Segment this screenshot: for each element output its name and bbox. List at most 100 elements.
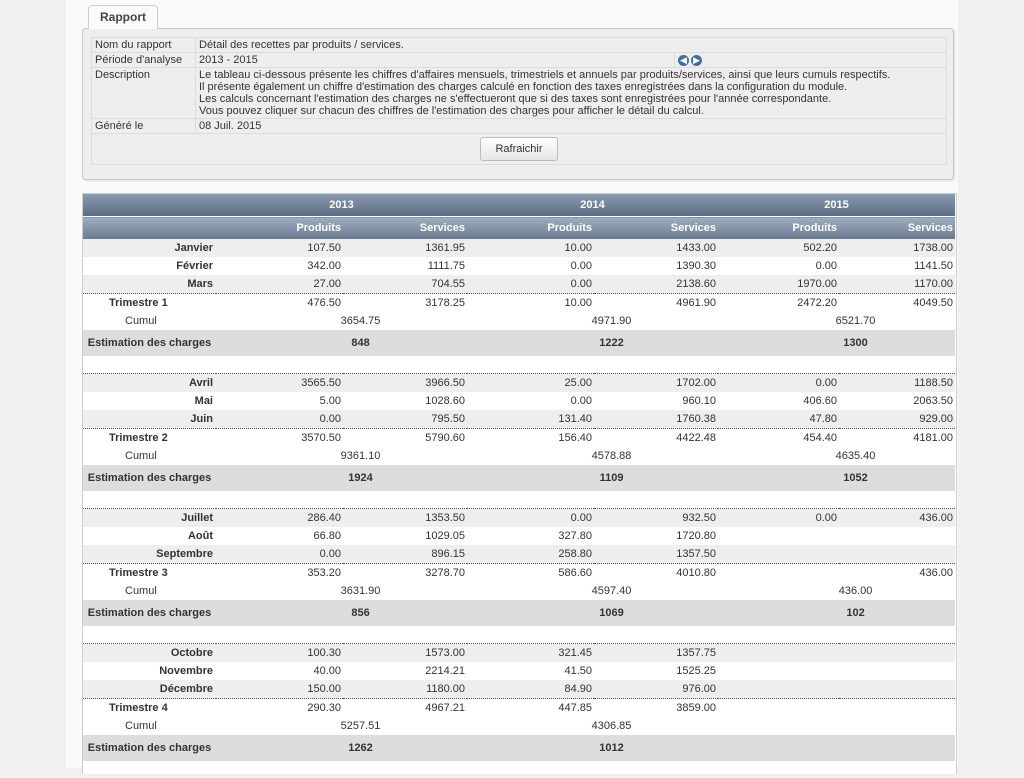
month-row: Septembre 0.00 896.15 258.80 1357.50 bbox=[83, 545, 956, 564]
tab-rapport[interactable]: Rapport bbox=[88, 5, 158, 29]
cumul-value: 6521.70 bbox=[835, 315, 876, 327]
estimation-row: Estimation des charges 856 1069 102 bbox=[83, 600, 956, 626]
month-label: Septembre bbox=[156, 548, 213, 560]
services-value: 896.15 bbox=[431, 548, 466, 560]
estimation-row: Estimation des charges 848 1222 1300 bbox=[83, 330, 956, 356]
estimation-value-link[interactable]: 1012 bbox=[467, 735, 718, 761]
actions-cell: Rafraichir bbox=[91, 133, 947, 165]
produits-value: 0.00 bbox=[570, 278, 593, 290]
spacer-cell bbox=[83, 761, 955, 778]
produits-value: 0.00 bbox=[319, 548, 341, 560]
estimation-value-link[interactable]: 848 bbox=[216, 330, 467, 356]
description-text: Le tableau ci-dessous présente les chiff… bbox=[195, 67, 947, 119]
estimation-value-link[interactable]: 1052 bbox=[718, 465, 955, 491]
month-label: Novembre bbox=[159, 665, 213, 677]
produits-value: 3565.50 bbox=[216, 373, 343, 392]
corner-header bbox=[83, 194, 216, 217]
month-row: Mars 27.00 704.55 0.00 2138.60 1970.00 1170.00 bbox=[83, 275, 956, 294]
services-value: 932.50 bbox=[594, 508, 719, 527]
cumul-label: Cumul bbox=[125, 315, 157, 327]
estimation-value-link[interactable]: 1109 bbox=[467, 465, 718, 491]
services-value bbox=[839, 527, 955, 545]
produits-value: 5.00 bbox=[319, 395, 341, 407]
produits-total: 156.40 bbox=[467, 428, 595, 447]
estimation-row: Estimation des charges 1262 1012 bbox=[83, 735, 956, 761]
cumul-row: Cumul 3631.90 4597.40 436.00 bbox=[83, 582, 955, 600]
estimation-row: Estimation des charges 1924 1109 1052 bbox=[83, 465, 956, 491]
spacer-cell bbox=[83, 626, 955, 644]
produits-value: 406.60 bbox=[803, 395, 838, 407]
services-value: 1028.60 bbox=[425, 395, 466, 407]
month-row: Juillet 286.40 1353.50 0.00 932.50 0.00 436.00 bbox=[83, 508, 956, 527]
produits-total: 353.20 bbox=[216, 563, 343, 582]
produits-value: 47.80 bbox=[809, 413, 838, 425]
produits-total: 2472.20 bbox=[718, 293, 840, 312]
services-total: 4049.50 bbox=[839, 293, 956, 312]
produits-value: 107.50 bbox=[307, 242, 341, 254]
month-label: Mars bbox=[187, 278, 213, 290]
period-nav: ◀ ▶ bbox=[674, 52, 947, 68]
produits-value: 66.80 bbox=[313, 530, 341, 542]
quarter-total-row: Trimestre 1 476.50 3178.25 10.00 4961.90 2472… bbox=[83, 293, 956, 312]
description-line: Le tableau ci-dessous présente les chiff… bbox=[199, 69, 891, 81]
estimation-value-link[interactable]: 856 bbox=[216, 600, 467, 626]
produits-value: 40.00 bbox=[313, 665, 341, 677]
cumul-label: Cumul bbox=[125, 720, 157, 732]
services-value: 1433.00 bbox=[676, 242, 717, 254]
produits-total: 476.50 bbox=[216, 293, 343, 312]
produits-value bbox=[718, 527, 839, 545]
quarter-label: Trimestre 1 bbox=[83, 293, 216, 312]
description-line: Les calculs concernant l'estimation des … bbox=[199, 93, 832, 105]
month-label: Avril bbox=[83, 373, 216, 392]
report-panel: 2013 2014 2015 Produits Services Produit… bbox=[82, 193, 957, 774]
spacer-row bbox=[83, 356, 955, 374]
cumul-value: 4971.90 bbox=[591, 315, 632, 327]
services-total: 3178.25 bbox=[343, 293, 468, 312]
spacer-row bbox=[83, 761, 955, 778]
estimation-value-link[interactable]: 1262 bbox=[216, 735, 467, 761]
produits-value bbox=[718, 643, 840, 662]
month-label: Décembre bbox=[159, 683, 213, 695]
produits-value: 0.00 bbox=[815, 260, 838, 272]
arrow-left-circle-icon[interactable]: ◀ bbox=[678, 54, 689, 66]
services-value: 1357.50 bbox=[676, 548, 717, 560]
quarter-label: Trimestre 4 bbox=[83, 698, 216, 717]
refresh-button[interactable]: Rafraichir bbox=[480, 137, 558, 161]
month-label: Octobre bbox=[83, 643, 216, 662]
produits-value: 0.00 bbox=[467, 508, 595, 527]
cumul-value: 4597.40 bbox=[591, 585, 632, 597]
produits-header: Produits bbox=[718, 216, 840, 239]
services-value: 1573.00 bbox=[343, 643, 468, 662]
year-header: 2015 bbox=[718, 194, 956, 217]
cumul-row: Cumul 5257.51 4306.85 bbox=[83, 717, 955, 735]
arrow-right-circle-icon[interactable]: ▶ bbox=[691, 54, 702, 66]
produits-value: 25.00 bbox=[467, 373, 595, 392]
info-row-name: Nom du rapport Détail des recettes par p… bbox=[91, 37, 947, 53]
estimation-label: Estimation des charges bbox=[87, 337, 212, 349]
info-row-period: Période d'analyse 2013 - 2015 ◀ ▶ bbox=[91, 52, 947, 68]
month-row: Octobre 100.30 1573.00 321.45 1357.75 bbox=[83, 643, 956, 662]
produits-value: 0.00 bbox=[570, 260, 593, 272]
services-value: 3966.50 bbox=[343, 373, 468, 392]
services-value bbox=[839, 662, 955, 680]
estimation-label: Estimation des charges bbox=[87, 742, 212, 754]
month-label: Août bbox=[187, 530, 213, 542]
cumul-value: 4635.40 bbox=[835, 450, 876, 462]
cumul-value: 9361.10 bbox=[340, 450, 381, 462]
estimation-value-link[interactable]: 1924 bbox=[216, 465, 467, 491]
cumul-row: Cumul 9361.10 4578.88 4635.40 bbox=[83, 447, 955, 465]
estimation-value-link[interactable]: 1069 bbox=[467, 600, 718, 626]
services-value: 1141.50 bbox=[914, 260, 954, 272]
corner-header bbox=[83, 216, 216, 239]
produits-total bbox=[718, 698, 840, 717]
services-total: 5790.60 bbox=[343, 428, 468, 447]
estimation-value-link[interactable]: 1222 bbox=[467, 330, 718, 356]
quarter-label: Trimestre 2 bbox=[83, 428, 216, 447]
produits-value bbox=[718, 545, 839, 564]
estimation-value-link[interactable]: 102 bbox=[718, 600, 955, 626]
produits-value: 84.90 bbox=[564, 683, 593, 695]
estimation-value-link[interactable] bbox=[718, 735, 955, 761]
estimation-value-link[interactable]: 1300 bbox=[718, 330, 955, 356]
produits-value: 150.00 bbox=[307, 683, 341, 695]
services-value: 1353.50 bbox=[343, 508, 468, 527]
